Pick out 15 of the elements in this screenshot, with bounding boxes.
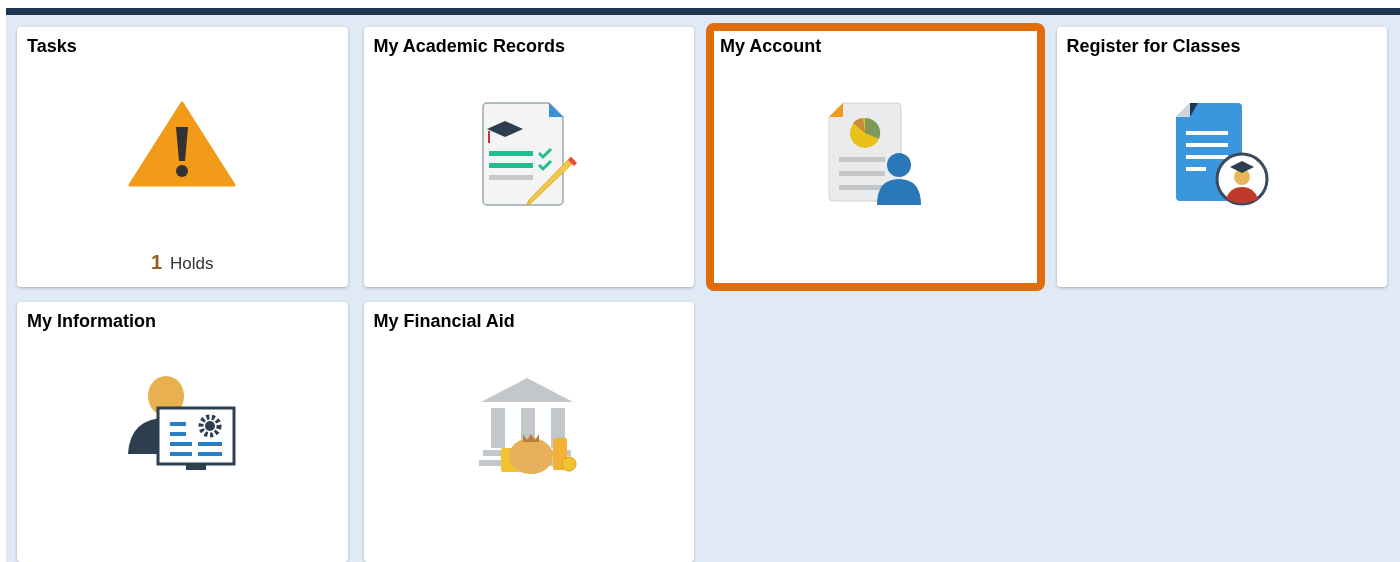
tile-title: My Academic Records (373, 35, 565, 57)
tile-title: My Account (720, 35, 822, 57)
person-monitor-icon (128, 376, 237, 472)
tile-title: My Information (27, 310, 156, 332)
holds-label: Holds (170, 253, 214, 275)
tile-title: My Financial Aid (373, 310, 515, 332)
tile[interactable]: My Information (17, 302, 348, 562)
tile[interactable]: My Financial Aid (363, 302, 694, 562)
tile[interactable]: My Academic Records (363, 27, 694, 287)
tile-title: Tasks (27, 35, 77, 57)
warning-icon (128, 101, 237, 187)
tile[interactable]: Register for Classes (1056, 27, 1387, 287)
holds-count: 1 (150, 250, 163, 275)
tile[interactable]: Tasks 1 Holds (17, 27, 348, 287)
tile-title: Register for Classes (1066, 35, 1241, 57)
